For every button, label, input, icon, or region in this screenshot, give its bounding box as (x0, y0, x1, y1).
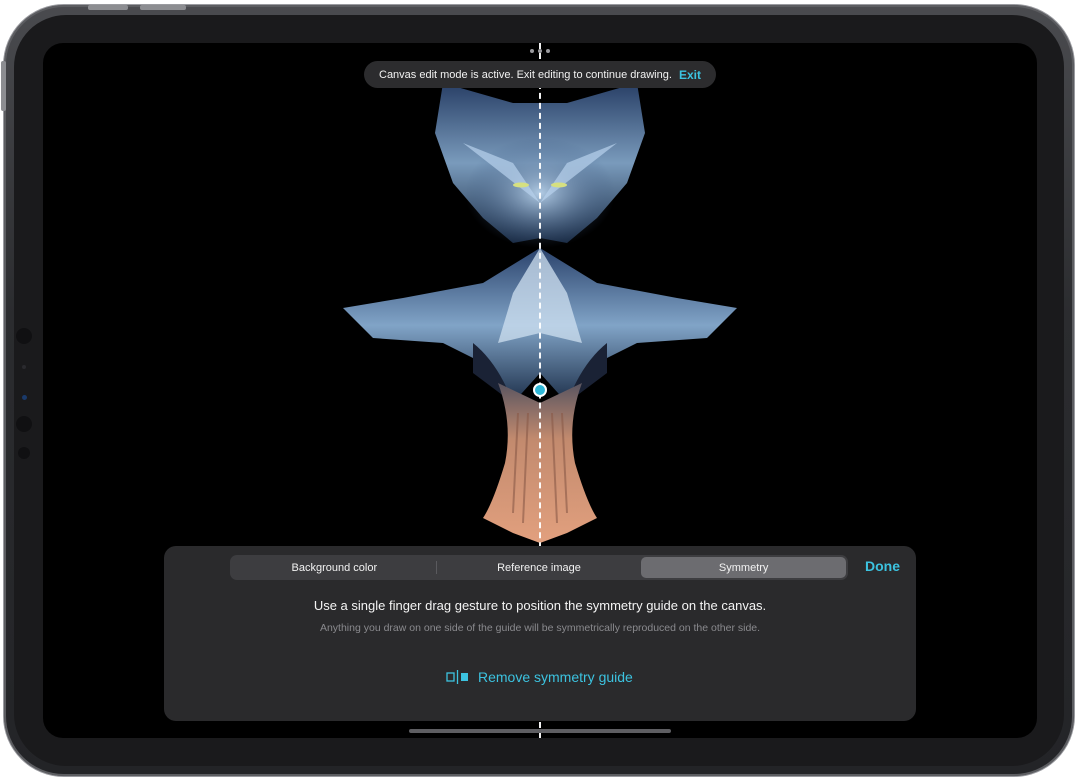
top-button (88, 5, 128, 10)
done-button[interactable]: Done (865, 558, 900, 574)
symmetry-guide-handle[interactable] (533, 383, 547, 397)
sensor-dot (22, 365, 26, 369)
remove-symmetry-guide-label: Remove symmetry guide (478, 669, 633, 685)
tab-reference-image[interactable]: Reference image (437, 557, 642, 578)
sensor-dot-2 (16, 416, 32, 432)
camera-dot (16, 328, 32, 344)
remove-symmetry-guide-button[interactable]: Remove symmetry guide (446, 666, 633, 688)
home-indicator[interactable] (409, 729, 671, 733)
camera-lens-dot (22, 395, 27, 400)
symmetry-subline: Anything you draw on one side of the gui… (319, 622, 761, 634)
top-button-2 (140, 5, 186, 10)
tab-background-color[interactable]: Background color (232, 557, 437, 578)
exit-button[interactable]: Exit (679, 68, 701, 82)
canvas-screen[interactable]: Canvas edit mode is active. Exit editing… (43, 43, 1037, 738)
edit-mode-toast: Canvas edit mode is active. Exit editing… (364, 61, 716, 88)
tab-symmetry[interactable]: Symmetry (641, 557, 847, 578)
more-icon[interactable] (530, 48, 550, 54)
canvas-settings-panel: Background color Reference image Symmetr… (164, 546, 916, 721)
sensor-dot-3 (18, 447, 30, 459)
symmetry-guide-icon (446, 670, 468, 684)
settings-segmented-control: Background color Reference image Symmetr… (230, 555, 848, 580)
symmetry-headline: Use a single finger drag gesture to posi… (313, 598, 767, 613)
toast-message: Canvas edit mode is active. Exit editing… (379, 68, 672, 81)
side-button (1, 61, 6, 111)
